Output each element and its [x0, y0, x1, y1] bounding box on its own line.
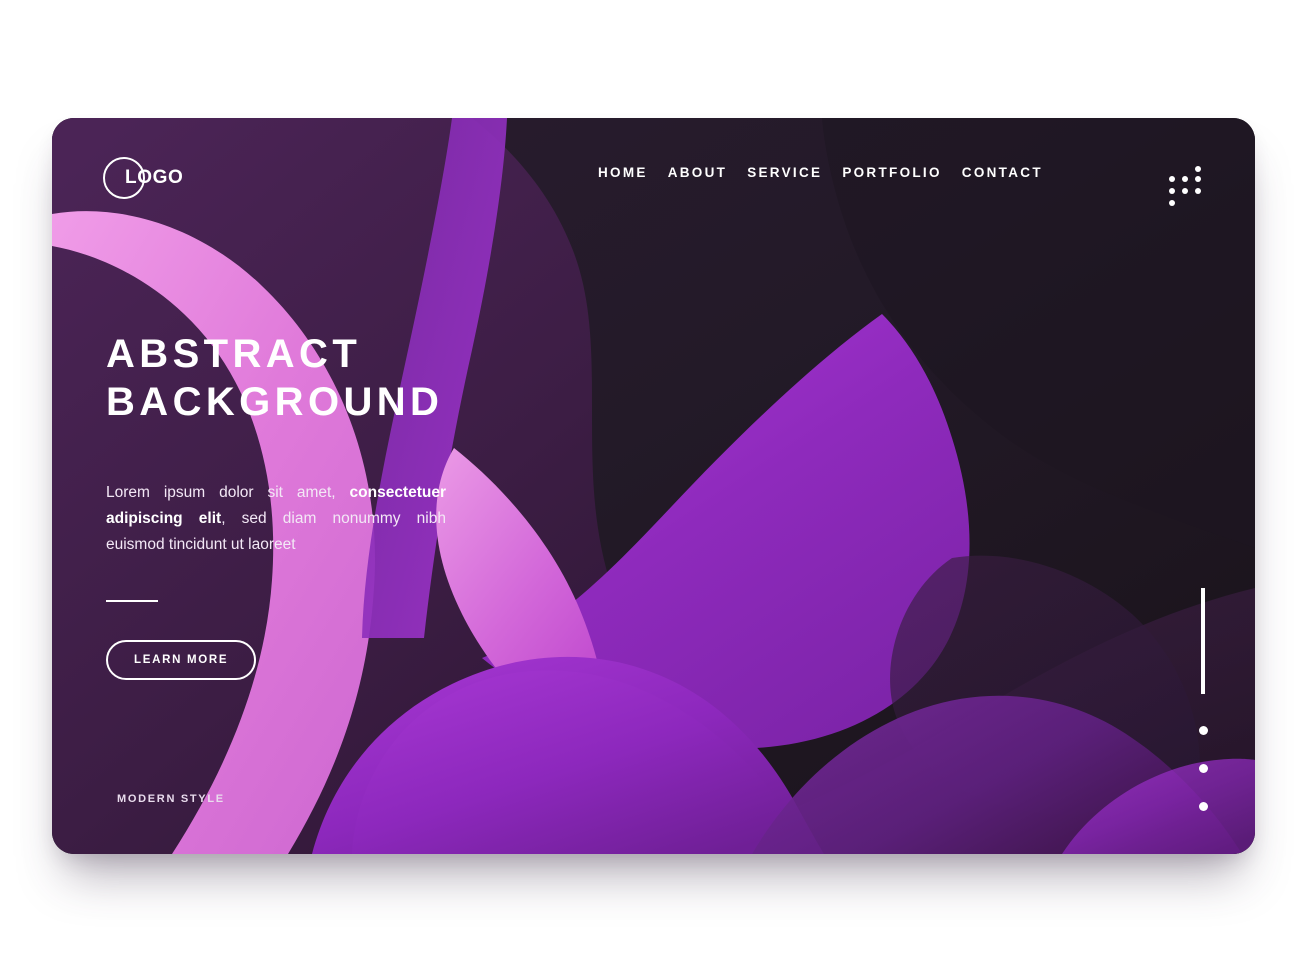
paragraph-part-1: Lorem ipsum dolor sit amet,	[106, 484, 350, 501]
hero-card: LOGO HOME ABOUT SERVICE PORTFOLIO CONTAC…	[52, 118, 1255, 854]
slider-active-indicator[interactable]	[1201, 588, 1205, 694]
hero-title-line-2: BACKGROUND	[106, 380, 444, 424]
page-root: LOGO HOME ABOUT SERVICE PORTFOLIO CONTAC…	[0, 0, 1307, 980]
hero-text-block: ABSTRACT BACKGROUND Lorem ipsum dolor si…	[106, 330, 506, 680]
slider-dot-2[interactable]	[1198, 764, 1208, 773]
hero-paragraph: Lorem ipsum dolor sit amet, consectetuer…	[106, 480, 446, 558]
slider-indicator-rail	[1193, 588, 1213, 811]
main-navigation: HOME ABOUT SERVICE PORTFOLIO CONTACT	[598, 165, 1043, 180]
nav-item-home[interactable]: HOME	[598, 165, 648, 180]
brand-logo[interactable]: LOGO	[103, 156, 183, 200]
page-title: ABSTRACT BACKGROUND	[106, 330, 506, 426]
hero-title-line-1: ABSTRACT	[106, 332, 362, 376]
divider-line	[106, 600, 158, 602]
nav-item-service[interactable]: SERVICE	[747, 165, 822, 180]
learn-more-button[interactable]: LEARN MORE	[106, 640, 257, 680]
top-navigation-bar: LOGO HOME ABOUT SERVICE PORTFOLIO CONTAC…	[52, 118, 1255, 236]
content-layer: LOGO HOME ABOUT SERVICE PORTFOLIO CONTAC…	[52, 118, 1255, 854]
tagline-text: MODERN STYLE	[117, 793, 225, 805]
slider-dot-1[interactable]	[1198, 726, 1208, 735]
apps-grid-dots-icon[interactable]	[1169, 166, 1205, 206]
nav-item-contact[interactable]: CONTACT	[962, 165, 1043, 180]
logo-text: LOGO	[125, 167, 184, 188]
nav-item-portfolio[interactable]: PORTFOLIO	[842, 165, 941, 180]
slider-dot-3[interactable]	[1198, 802, 1208, 811]
nav-item-about[interactable]: ABOUT	[668, 165, 728, 180]
